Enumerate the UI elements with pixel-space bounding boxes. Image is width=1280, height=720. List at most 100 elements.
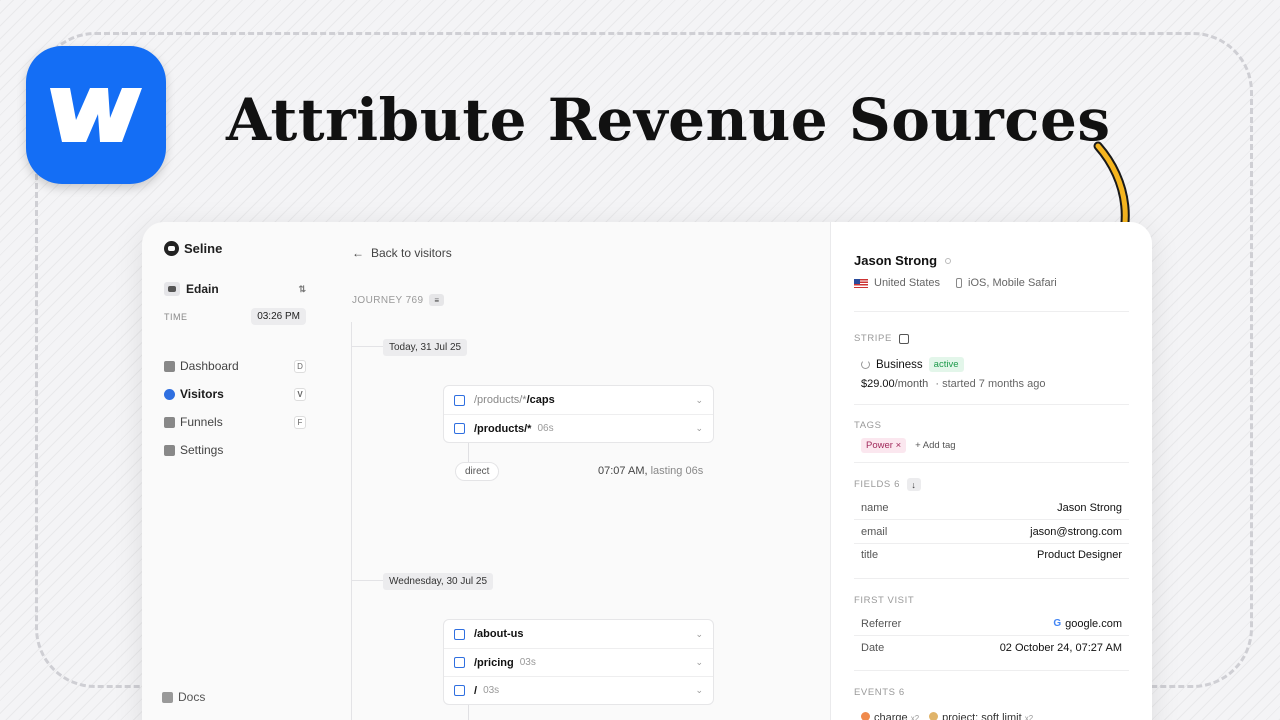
event-count: x2 bbox=[910, 714, 920, 720]
divider bbox=[854, 462, 1129, 463]
docs-icon bbox=[162, 691, 173, 703]
page-row[interactable]: /about-us ⌄ bbox=[444, 620, 713, 648]
field-row: title Product Designer bbox=[854, 543, 1129, 567]
sidebar-nav: Dashboard D Visitors V Funnels F Setting… bbox=[164, 352, 306, 464]
visitors-icon bbox=[164, 388, 175, 400]
chevron-down-icon: ⌄ bbox=[695, 657, 703, 667]
first-visit-row: Date 02 October 24, 07:27 AM bbox=[854, 636, 1129, 660]
page-icon bbox=[454, 657, 465, 668]
sidebar: Seline Edain ⇅ TIME 03:26 PM Dashboard D… bbox=[142, 222, 322, 720]
divider bbox=[854, 670, 1129, 671]
workspace-switcher[interactable]: Edain ⇅ bbox=[164, 282, 306, 296]
event-name: project: soft limit bbox=[942, 712, 1022, 720]
chevron-down-icon: ⌄ bbox=[695, 685, 703, 695]
page-icon bbox=[454, 423, 465, 434]
tag-label: Power bbox=[866, 440, 893, 451]
chevron-down-icon: ⌄ bbox=[695, 394, 703, 405]
journey-count: JOURNEY 769 bbox=[352, 294, 424, 306]
subscription-price: $29.00/month · started 7 months ago bbox=[861, 378, 1045, 390]
hero-title: Attribute Revenue Sources bbox=[226, 86, 1111, 154]
sidebar-item-dashboard[interactable]: Dashboard D bbox=[164, 352, 306, 380]
price-unit: /month bbox=[894, 378, 929, 390]
page-row[interactable]: /pricing 03s ⌄ bbox=[444, 648, 713, 676]
referrer-value: google.com bbox=[1065, 617, 1122, 630]
field-key: title bbox=[861, 549, 879, 561]
external-link-icon[interactable] bbox=[898, 333, 909, 344]
filter-icon[interactable]: ≡ bbox=[429, 294, 445, 306]
brand-name: Seline bbox=[184, 241, 223, 256]
field-key: name bbox=[861, 501, 889, 514]
sub-timeline-line bbox=[468, 443, 469, 463]
event-chip[interactable]: project: soft limit x2 bbox=[929, 712, 1033, 720]
visit-time: 07:07 AM, lasting 06s bbox=[598, 465, 703, 477]
tag-chip[interactable]: Power × bbox=[861, 438, 907, 453]
back-to-visitors-link[interactable]: ← Back to visitors bbox=[352, 246, 452, 260]
seline-logo-icon bbox=[164, 241, 179, 256]
add-tag-label: Add tag bbox=[922, 440, 956, 451]
time-label: TIME bbox=[164, 311, 188, 322]
page-list: /products/* /caps ⌄ /products/* 06s ⌄ bbox=[443, 385, 714, 443]
page-path: / bbox=[474, 684, 478, 697]
tags-section-label: TAGS bbox=[854, 420, 882, 431]
page-path: /caps bbox=[526, 394, 555, 406]
sidebar-item-docs[interactable]: Docs bbox=[162, 690, 205, 704]
events-row: charge x2 project: soft limit x2 bbox=[861, 712, 1033, 720]
event-name: charge bbox=[874, 712, 908, 720]
dashboard-icon bbox=[164, 360, 175, 372]
divider bbox=[854, 578, 1129, 579]
page-path: /pricing bbox=[474, 656, 514, 669]
sidebar-item-settings[interactable]: Settings bbox=[164, 436, 306, 464]
sidebar-item-label: Funnels bbox=[180, 415, 223, 429]
add-tag-button[interactable]: + Add tag bbox=[915, 440, 955, 451]
price-amount: $29.00 bbox=[861, 378, 895, 390]
sidebar-item-visitors[interactable]: Visitors V bbox=[164, 380, 306, 408]
field-row: name Jason Strong bbox=[854, 496, 1129, 520]
visitor-name: Jason Strong bbox=[854, 253, 952, 268]
chevron-updown-icon: ⇅ bbox=[298, 283, 306, 294]
page-path: /about-us bbox=[474, 628, 524, 640]
event-chip[interactable]: charge x2 bbox=[861, 712, 919, 720]
events-section-label: EVENTS 6 bbox=[854, 687, 905, 698]
visitor-profile-panel: Jason Strong United States iOS, Mobile S… bbox=[830, 222, 1152, 720]
app-window: Seline Edain ⇅ TIME 03:26 PM Dashboard D… bbox=[142, 222, 1152, 720]
timeline-line bbox=[351, 322, 352, 720]
event-icon bbox=[861, 712, 870, 720]
subscription-started: · started 7 months ago bbox=[935, 378, 1046, 390]
page-duration: 03s bbox=[519, 657, 536, 668]
page-row[interactable]: /products/* 06s ⌄ bbox=[444, 414, 713, 442]
tags-row: Power × + Add tag bbox=[861, 438, 956, 453]
visit-lasting: lasting 06s bbox=[650, 465, 704, 477]
arrow-left-icon: ← bbox=[352, 246, 364, 260]
first-visit-row: Referrer G google.com bbox=[854, 612, 1129, 636]
subscription-plan: Business active bbox=[861, 357, 964, 372]
shortcut-key: F bbox=[294, 415, 306, 429]
time-value[interactable]: 03:26 PM bbox=[251, 308, 306, 325]
journey-panel: ← Back to visitors JOURNEY 769 ≡ Today, … bbox=[322, 222, 830, 720]
sidebar-item-label: Settings bbox=[180, 443, 224, 457]
arrow-down-icon[interactable]: ↓ bbox=[906, 478, 921, 491]
chevron-down-icon: ⌄ bbox=[695, 628, 703, 639]
back-label: Back to visitors bbox=[371, 246, 452, 260]
workspace-name: Edain bbox=[186, 282, 219, 296]
section-label: STRIPE bbox=[854, 333, 892, 344]
timeline-tick bbox=[351, 580, 383, 581]
sidebar-item-label: Docs bbox=[178, 690, 206, 704]
journey-label: JOURNEY 769 ≡ bbox=[352, 294, 445, 306]
status-badge: active bbox=[928, 357, 964, 372]
brand[interactable]: Seline bbox=[164, 241, 222, 256]
divider bbox=[854, 311, 1129, 312]
first-visit-section-label: FIRST VISIT bbox=[854, 595, 915, 606]
field-row: email jason@strong.com bbox=[854, 520, 1129, 544]
date-pill: Today, 31 Jul 25 bbox=[383, 339, 468, 356]
settings-icon bbox=[164, 444, 175, 456]
visitor-country: United States bbox=[874, 277, 941, 289]
page-row[interactable]: /products/* /caps ⌄ bbox=[444, 386, 713, 414]
page-path: /products/* bbox=[474, 422, 532, 435]
status-dot-icon bbox=[945, 257, 952, 264]
page-list: /about-us ⌄ /pricing 03s ⌄ / 03s ⌄ bbox=[443, 619, 714, 705]
divider bbox=[854, 404, 1129, 405]
sidebar-item-funnels[interactable]: Funnels F bbox=[164, 408, 306, 436]
visit-start: 07:07 AM, bbox=[598, 465, 648, 477]
stripe-section-label: STRIPE bbox=[854, 333, 909, 344]
page-row[interactable]: / 03s ⌄ bbox=[444, 676, 713, 704]
